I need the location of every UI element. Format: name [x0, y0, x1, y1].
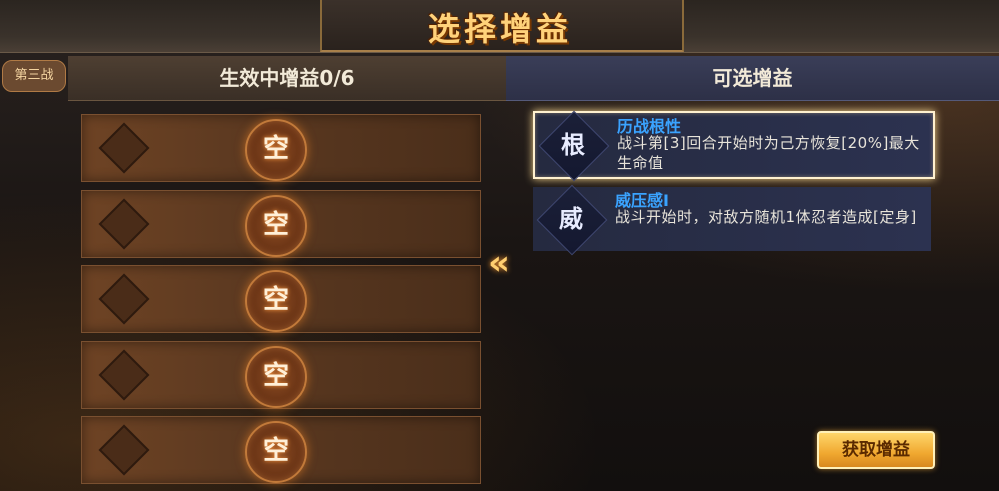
buff-slot-3[interactable]: 空	[81, 265, 481, 333]
empty-slot-label: 空	[245, 195, 307, 257]
get-buff-button[interactable]: 获取增益	[817, 431, 935, 469]
buff-glyph: 威	[559, 204, 583, 233]
empty-slot-label: 空	[245, 346, 307, 408]
empty-slot-label: 空	[245, 119, 307, 181]
buff-slot-4[interactable]: 空	[81, 341, 481, 409]
active-buffs-header: 生效中增益0/6	[68, 56, 506, 101]
stage-badge: 第三战	[2, 60, 66, 92]
buff-card-2[interactable]: 威 威压感Ⅰ 战斗开始时，对敌方随机1体忍者造成[定身]	[533, 184, 931, 256]
available-buffs-header: 可选增益	[506, 56, 999, 101]
buff-description: 战斗第[3]回合开始时为己方恢复[20%]最大生命值	[617, 134, 920, 172]
page-title: 选择增益	[427, 10, 572, 48]
empty-slot-label: 空	[245, 270, 307, 332]
diamond-icon	[98, 349, 150, 401]
buff-description: 战斗开始时，对敌方随机1体忍者造成[定身]	[615, 208, 917, 226]
buff-slot-1[interactable]: 空	[81, 114, 481, 182]
diamond-icon	[98, 273, 150, 325]
buff-slot-2[interactable]: 空	[81, 190, 481, 258]
buff-card-1[interactable]: 根 历战根性 战斗第[3]回合开始时为己方恢复[20%]最大生命值	[533, 110, 935, 182]
diamond-icon	[98, 424, 150, 476]
diamond-icon	[98, 122, 150, 174]
buff-slot-5[interactable]: 空	[81, 416, 481, 484]
double-chevron-left-icon[interactable]: «	[488, 246, 522, 280]
empty-slot-label: 空	[245, 421, 307, 483]
diamond-icon	[98, 198, 150, 250]
buff-glyph: 根	[561, 130, 585, 159]
